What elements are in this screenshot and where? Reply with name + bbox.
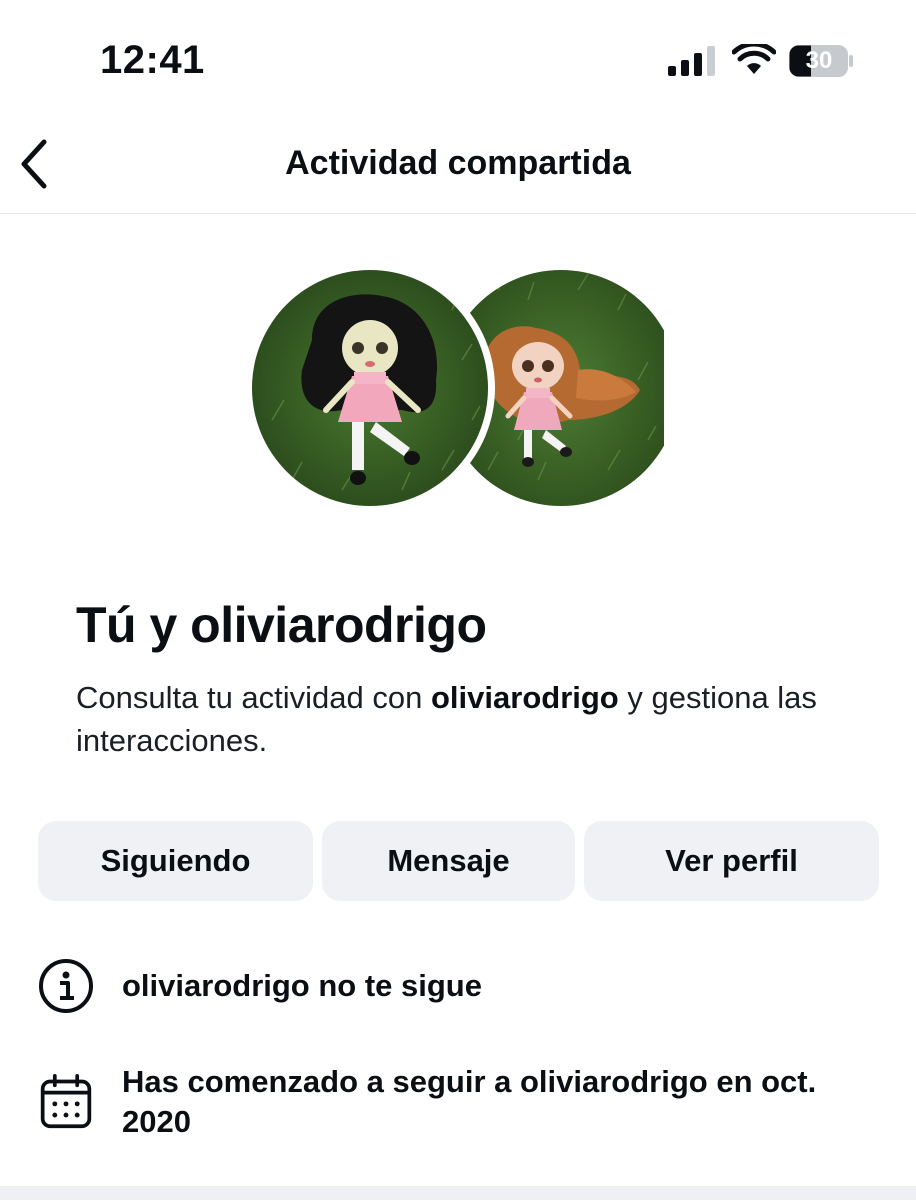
shared-activity-title: Tú y oliviarodrigo [76,597,487,653]
bottom-divider [0,1186,916,1200]
description-text-start: Consulta tu actividad con [76,680,431,715]
wifi-icon [732,44,776,74]
battery-level: 30 [805,47,833,74]
follow-since-row: Has comenzado a seguir a oliviarodrigo e… [38,1062,878,1142]
follow-status-text: oliviarodrigo no te sigue [122,968,482,1003]
cellular-signal-icon [668,46,715,76]
status-time: 12:41 [100,38,205,82]
calendar-icon [40,1074,92,1129]
battery-icon: 30 [788,44,854,78]
follow-since-text: Has comenzado a seguir a oliviarodrigo e… [122,1064,817,1139]
nav-bar: Actividad compartida [0,120,916,214]
page-title: Actividad compartida [285,144,631,182]
follow-status-row: oliviarodrigo no te sigue [38,958,878,1014]
description-username[interactable]: oliviarodrigo [431,680,619,715]
message-button[interactable]: Mensaje [322,821,575,901]
view-profile-button[interactable]: Ver perfil [584,821,879,901]
shared-activity-description: Consulta tu actividad con oliviarodrigo … [76,676,866,762]
following-button[interactable]: Siguiendo [38,821,313,901]
info-icon [39,959,93,1013]
status-bar: 12:41 30 [0,0,916,120]
shared-avatars [252,270,664,506]
avatar-you[interactable] [252,270,496,506]
